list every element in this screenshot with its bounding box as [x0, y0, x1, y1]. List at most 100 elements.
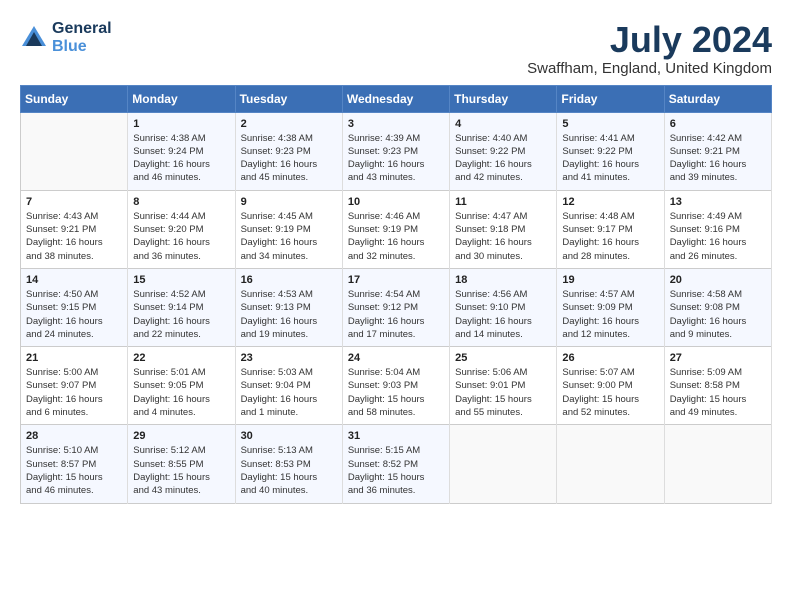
header-cell-wednesday: Wednesday — [342, 85, 449, 112]
calendar-cell: 1Sunrise: 4:38 AM Sunset: 9:24 PM Daylig… — [128, 112, 235, 190]
title-block: July 2024 Swaffham, England, United King… — [527, 20, 772, 77]
cell-content: Sunrise: 5:03 AM Sunset: 9:04 PM Dayligh… — [241, 366, 337, 419]
logo: General Blue — [20, 20, 112, 56]
cell-content: Sunrise: 4:52 AM Sunset: 9:14 PM Dayligh… — [133, 288, 229, 341]
calendar-cell: 31 Sunrise: 5:15 AM Sunset: 8:52 PM Dayli… — [342, 425, 449, 503]
calendar-cell: 28 Sunrise: 5:10 AM Sunset: 8:57 PM Dayli… — [21, 425, 128, 503]
calendar-cell: 17Sunrise: 4:54 AM Sunset: 9:12 PM Dayli… — [342, 268, 449, 346]
day-number: 19 — [562, 274, 658, 286]
day-number: 27 — [670, 352, 766, 364]
calendar-cell: 15 Sunrise: 4:52 AM Sunset: 9:14 PM Dayli… — [128, 268, 235, 346]
day-number: 31 — [348, 430, 444, 442]
calendar-cell: 14Sunrise: 4:50 AM Sunset: 9:15 PM Dayli… — [21, 268, 128, 346]
calendar-cell — [664, 425, 771, 503]
cell-content: Sunrise: 5:10 AM Sunset: 8:57 PM Dayligh… — [26, 444, 122, 497]
calendar-cell: 6 Sunrise: 4:42 AM Sunset: 9:21 PM Daylig… — [664, 112, 771, 190]
calendar-cell: 27 Sunrise: 5:09 AM Sunset: 8:58 PM Dayli… — [664, 347, 771, 425]
day-number: 29 — [133, 430, 229, 442]
month-year-title: July 2024 — [527, 20, 772, 60]
day-number: 22 — [133, 352, 229, 364]
calendar-cell: 21 Sunrise: 5:00 AM Sunset: 9:07 PM Dayli… — [21, 347, 128, 425]
cell-content: Sunrise: 4:45 AM Sunset: 9:19 PM Dayligh… — [241, 210, 337, 263]
cell-content: Sunrise: 4:44 AM Sunset: 9:20 PM Dayligh… — [133, 210, 229, 263]
day-number: 30 — [241, 430, 337, 442]
day-number: 4 — [455, 118, 551, 130]
calendar-cell — [21, 112, 128, 190]
calendar-cell: 20 Sunrise: 4:58 AM Sunset: 9:08 PM Dayli… — [664, 268, 771, 346]
calendar-week-row: 14Sunrise: 4:50 AM Sunset: 9:15 PM Dayli… — [21, 268, 772, 346]
cell-content: Sunrise: 5:00 AM Sunset: 9:07 PM Dayligh… — [26, 366, 122, 419]
calendar-cell — [450, 425, 557, 503]
calendar-body: 1Sunrise: 4:38 AM Sunset: 9:24 PM Daylig… — [21, 112, 772, 503]
cell-content: Sunrise: 5:13 AM Sunset: 8:53 PM Dayligh… — [241, 444, 337, 497]
logo-icon — [20, 24, 48, 52]
header-cell-tuesday: Tuesday — [235, 85, 342, 112]
header-cell-monday: Monday — [128, 85, 235, 112]
cell-content: Sunrise: 4:56 AM Sunset: 9:10 PM Dayligh… — [455, 288, 551, 341]
calendar-cell: 8 Sunrise: 4:44 AM Sunset: 9:20 PM Daylig… — [128, 190, 235, 268]
cell-content: Sunrise: 5:15 AM Sunset: 8:52 PM Dayligh… — [348, 444, 444, 497]
calendar-cell: 19 Sunrise: 4:57 AM Sunset: 9:09 PM Dayli… — [557, 268, 664, 346]
calendar-cell: 16Sunrise: 4:53 AM Sunset: 9:13 PM Dayli… — [235, 268, 342, 346]
day-number: 24 — [348, 352, 444, 364]
calendar-week-row: 7 Sunrise: 4:43 AM Sunset: 9:21 PM Daylig… — [21, 190, 772, 268]
day-number: 28 — [26, 430, 122, 442]
calendar-cell: 7 Sunrise: 4:43 AM Sunset: 9:21 PM Daylig… — [21, 190, 128, 268]
cell-content: Sunrise: 5:04 AM Sunset: 9:03 PM Dayligh… — [348, 366, 444, 419]
day-number: 20 — [670, 274, 766, 286]
cell-content: Sunrise: 4:38 AM Sunset: 9:24 PM Dayligh… — [133, 132, 229, 185]
calendar-cell: 4 Sunrise: 4:40 AM Sunset: 9:22 PM Daylig… — [450, 112, 557, 190]
cell-content: Sunrise: 5:06 AM Sunset: 9:01 PM Dayligh… — [455, 366, 551, 419]
day-number: 25 — [455, 352, 551, 364]
calendar-cell: 2Sunrise: 4:38 AM Sunset: 9:23 PM Daylig… — [235, 112, 342, 190]
day-number: 14 — [26, 274, 122, 286]
day-number: 15 — [133, 274, 229, 286]
header-cell-friday: Friday — [557, 85, 664, 112]
calendar-table: SundayMondayTuesdayWednesdayThursdayFrid… — [20, 85, 772, 504]
cell-content: Sunrise: 5:09 AM Sunset: 8:58 PM Dayligh… — [670, 366, 766, 419]
day-number: 12 — [562, 196, 658, 208]
cell-content: Sunrise: 4:58 AM Sunset: 9:08 PM Dayligh… — [670, 288, 766, 341]
cell-content: Sunrise: 5:07 AM Sunset: 9:00 PM Dayligh… — [562, 366, 658, 419]
cell-content: Sunrise: 4:48 AM Sunset: 9:17 PM Dayligh… — [562, 210, 658, 263]
calendar-cell: 26 Sunrise: 5:07 AM Sunset: 9:00 PM Dayli… — [557, 347, 664, 425]
cell-content: Sunrise: 4:42 AM Sunset: 9:21 PM Dayligh… — [670, 132, 766, 185]
cell-content: Sunrise: 4:40 AM Sunset: 9:22 PM Dayligh… — [455, 132, 551, 185]
day-number: 18 — [455, 274, 551, 286]
header-cell-sunday: Sunday — [21, 85, 128, 112]
cell-content: Sunrise: 4:38 AM Sunset: 9:23 PM Dayligh… — [241, 132, 337, 185]
cell-content: Sunrise: 4:49 AM Sunset: 9:16 PM Dayligh… — [670, 210, 766, 263]
cell-content: Sunrise: 5:12 AM Sunset: 8:55 PM Dayligh… — [133, 444, 229, 497]
day-number: 26 — [562, 352, 658, 364]
day-number: 7 — [26, 196, 122, 208]
calendar-cell: 11Sunrise: 4:47 AM Sunset: 9:18 PM Dayli… — [450, 190, 557, 268]
calendar-cell: 10Sunrise: 4:46 AM Sunset: 9:19 PM Dayli… — [342, 190, 449, 268]
cell-content: Sunrise: 4:47 AM Sunset: 9:18 PM Dayligh… — [455, 210, 551, 263]
day-number: 23 — [241, 352, 337, 364]
calendar-week-row: 28 Sunrise: 5:10 AM Sunset: 8:57 PM Dayli… — [21, 425, 772, 503]
cell-content: Sunrise: 4:54 AM Sunset: 9:12 PM Dayligh… — [348, 288, 444, 341]
calendar-cell: 5Sunrise: 4:41 AM Sunset: 9:22 PM Daylig… — [557, 112, 664, 190]
calendar-cell: 29 Sunrise: 5:12 AM Sunset: 8:55 PM Dayli… — [128, 425, 235, 503]
calendar-cell: 13Sunrise: 4:49 AM Sunset: 9:16 PM Dayli… — [664, 190, 771, 268]
calendar-cell: 12 Sunrise: 4:48 AM Sunset: 9:17 PM Dayli… — [557, 190, 664, 268]
location-subtitle: Swaffham, England, United Kingdom — [527, 60, 772, 77]
day-number: 6 — [670, 118, 766, 130]
day-number: 8 — [133, 196, 229, 208]
cell-content: Sunrise: 4:39 AM Sunset: 9:23 PM Dayligh… — [348, 132, 444, 185]
calendar-cell: 22Sunrise: 5:01 AM Sunset: 9:05 PM Dayli… — [128, 347, 235, 425]
header-cell-thursday: Thursday — [450, 85, 557, 112]
cell-content: Sunrise: 4:43 AM Sunset: 9:21 PM Dayligh… — [26, 210, 122, 263]
header-cell-saturday: Saturday — [664, 85, 771, 112]
day-number: 9 — [241, 196, 337, 208]
calendar-cell: 18 Sunrise: 4:56 AM Sunset: 9:10 PM Dayli… — [450, 268, 557, 346]
logo-text: General Blue — [52, 20, 112, 56]
calendar-cell: 25 Sunrise: 5:06 AM Sunset: 9:01 PM Dayli… — [450, 347, 557, 425]
calendar-cell: 3Sunrise: 4:39 AM Sunset: 9:23 PM Daylig… — [342, 112, 449, 190]
cell-content: Sunrise: 4:57 AM Sunset: 9:09 PM Dayligh… — [562, 288, 658, 341]
calendar-cell: 9 Sunrise: 4:45 AM Sunset: 9:19 PM Daylig… — [235, 190, 342, 268]
day-number: 10 — [348, 196, 444, 208]
cell-content: Sunrise: 4:41 AM Sunset: 9:22 PM Dayligh… — [562, 132, 658, 185]
day-number: 21 — [26, 352, 122, 364]
header-row: SundayMondayTuesdayWednesdayThursdayFrid… — [21, 85, 772, 112]
